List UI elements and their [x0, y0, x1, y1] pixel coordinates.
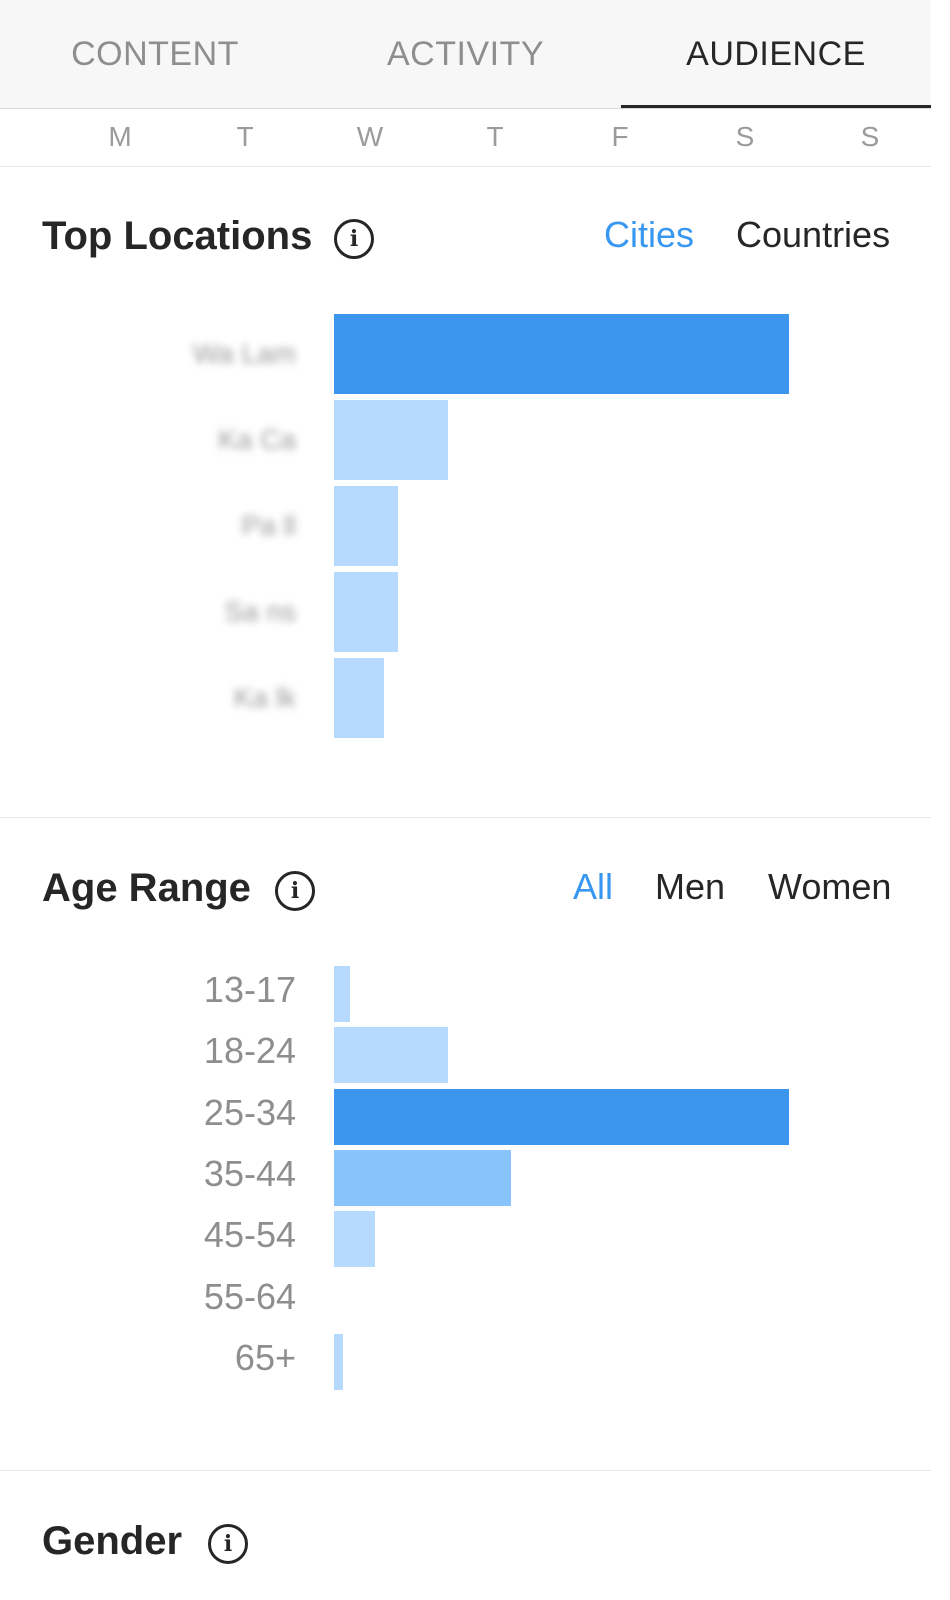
section-divider: [0, 1470, 931, 1471]
age-bar: [334, 966, 350, 1022]
age-bar: [334, 1027, 448, 1083]
age-label: 13-17: [203, 969, 296, 1010]
weekday-label: S: [735, 121, 755, 152]
top-locations-title: Top Locations: [42, 214, 313, 258]
age-bar: [334, 1089, 789, 1145]
info-icon[interactable]: i: [275, 871, 315, 911]
tab-audience[interactable]: AUDIENCE: [621, 0, 931, 108]
age-bar: [334, 1211, 375, 1267]
active-tab-indicator: [621, 105, 931, 108]
weekday-label: W: [356, 121, 384, 152]
weekday-label: S: [860, 121, 880, 152]
location-bar: [334, 658, 384, 738]
section-divider: [0, 817, 931, 818]
location-label-obscured: Ka lk: [233, 682, 296, 713]
filter-women[interactable]: Women: [768, 866, 891, 908]
location-bar: [334, 400, 448, 480]
filter-all[interactable]: All: [573, 866, 613, 908]
age-label: 65+: [234, 1337, 296, 1378]
age-label: 18-24: [203, 1030, 296, 1071]
location-label-obscured: Sa ns: [224, 596, 296, 627]
gender-title: Gender: [42, 1519, 183, 1563]
location-bar: [334, 572, 398, 652]
age-label: 45-54: [203, 1214, 296, 1255]
age-label: 35-44: [203, 1153, 296, 1194]
info-icon[interactable]: i: [208, 1524, 248, 1564]
tab-content[interactable]: CONTENT: [0, 0, 310, 108]
location-label-obscured: Pa ll: [241, 510, 296, 541]
info-icon[interactable]: i: [334, 219, 374, 259]
tab-bar: CONTENT ACTIVITY AUDIENCE: [0, 0, 931, 109]
weekday-axis: M T W T F S S: [0, 109, 931, 167]
weekday-label: F: [611, 121, 629, 152]
location-label-obscured: Wa Lam: [192, 338, 296, 369]
filter-men[interactable]: Men: [655, 866, 725, 908]
filter-cities[interactable]: Cities: [604, 214, 694, 256]
weekday-label: M: [108, 121, 132, 152]
age-bar: [334, 1150, 511, 1206]
weekday-label: T: [236, 121, 254, 152]
filter-countries[interactable]: Countries: [736, 214, 890, 256]
location-bar: [334, 486, 398, 566]
age-bar: [334, 1334, 343, 1390]
age-label: 25-34: [203, 1092, 296, 1133]
age-label: 55-64: [203, 1276, 296, 1317]
weekday-label: T: [486, 121, 504, 152]
tab-activity[interactable]: ACTIVITY: [310, 0, 621, 108]
location-bar: [334, 314, 789, 394]
location-label-obscured: Ka Ca: [218, 424, 296, 455]
age-range-title: Age Range: [42, 866, 251, 910]
